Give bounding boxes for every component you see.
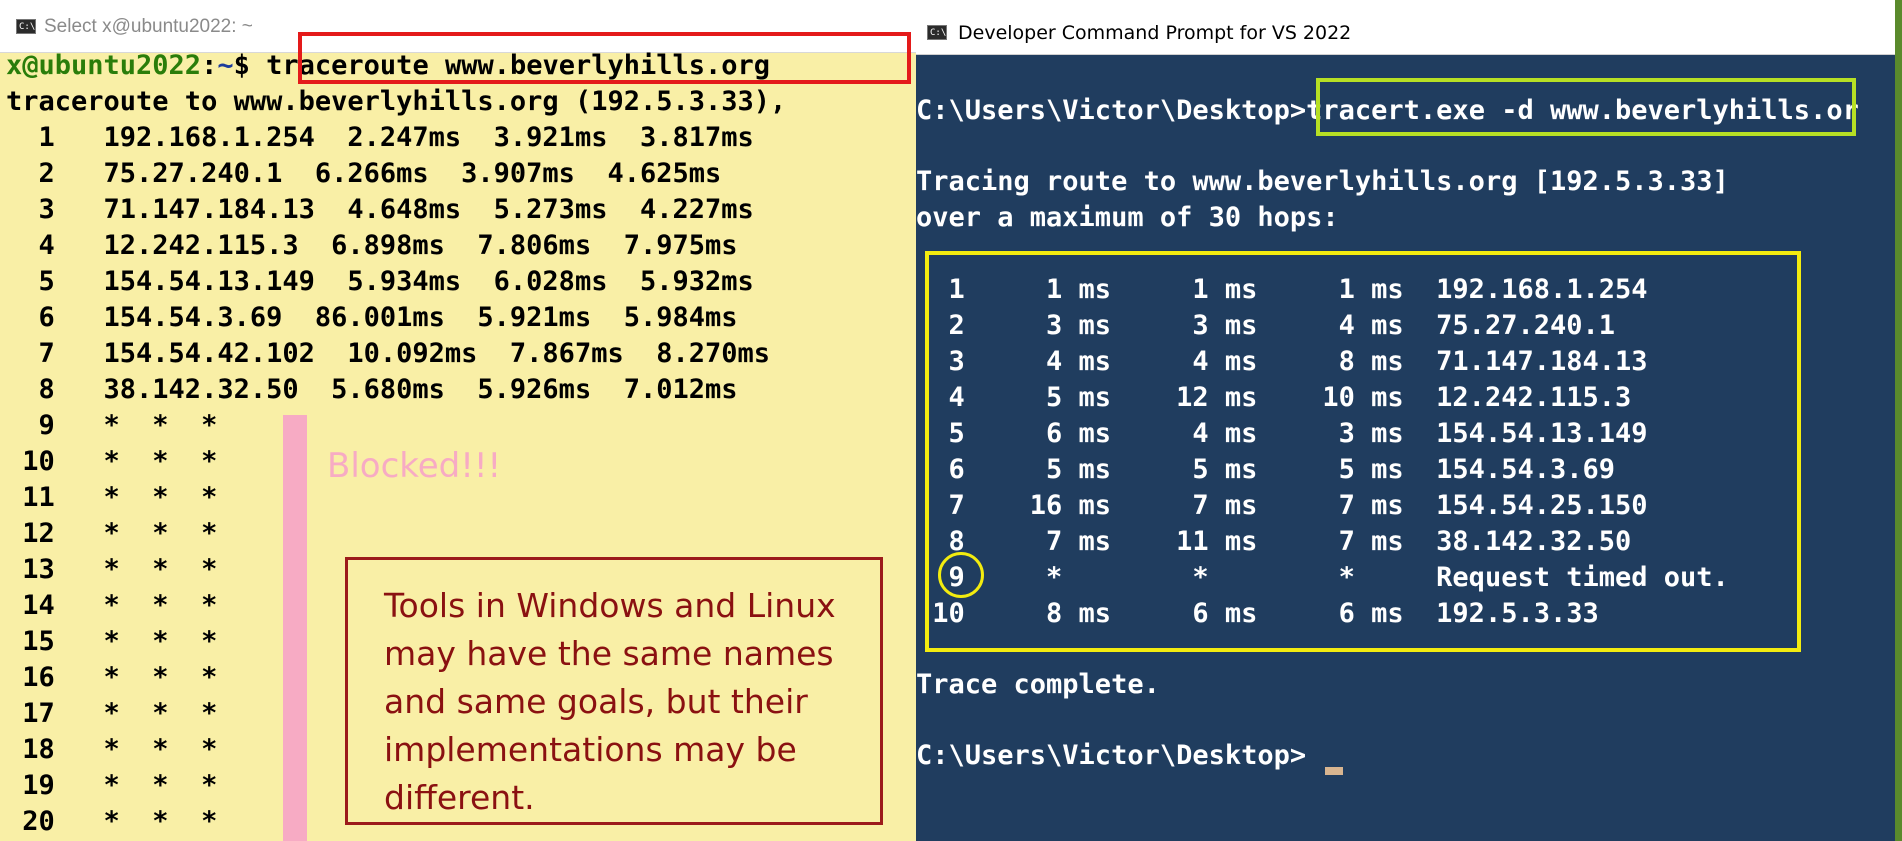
traceroute-hop-row: 4 12.242.115.3 6.898ms 7.806ms 7.975ms <box>6 230 738 261</box>
trace-complete-line: Trace complete. <box>916 669 1160 700</box>
tracing-route-line: Tracing route to www.beverlyhills.org [1… <box>916 166 1729 197</box>
prompt-path: ~ <box>217 50 234 81</box>
traceroute-hop-row: 5 154.54.13.149 5.934ms 6.028ms 5.932ms <box>6 266 754 297</box>
hop-9-circle-highlight <box>938 552 984 598</box>
blocked-label: Blocked!!! <box>327 446 502 486</box>
cmd-prompt: C:\Users\Victor\Desktop> <box>916 95 1307 126</box>
traceroute-hop-row: 20 * * * <box>6 806 218 837</box>
traceroute-hop-row: 19 * * * <box>6 770 218 801</box>
tracert-hop-row: 1 1 ms 1 ms 1 ms 192.168.1.254 <box>916 274 1648 305</box>
tracert-hop-row: 6 5 ms 5 ms 5 ms 154.54.3.69 <box>916 454 1615 485</box>
ubuntu-terminal-window[interactable]: C:\ Select x@ubuntu2022: ~ x@ubuntu2022:… <box>0 0 916 841</box>
traceroute-hop-row: 6 154.54.3.69 86.001ms 5.921ms 5.984ms <box>6 302 738 333</box>
traceroute-command-highlight <box>298 32 911 84</box>
traceroute-hop-row: 13 * * * <box>6 554 218 585</box>
traceroute-hop-row: 1 192.168.1.254 2.247ms 3.921ms 3.817ms <box>6 122 754 153</box>
traceroute-hop-row: 14 * * * <box>6 590 218 621</box>
note-text: Tools in Windows and Linux may have the … <box>384 586 836 817</box>
traceroute-header: traceroute to www.beverlyhills.org (192.… <box>6 86 787 117</box>
window-edge-scrollbar[interactable] <box>1895 0 1902 841</box>
traceroute-hop-row: 16 * * * <box>6 662 218 693</box>
tracert-hop-row: 4 5 ms 12 ms 10 ms 12.242.115.3 <box>916 382 1632 413</box>
tracert-hop-row: 8 7 ms 11 ms 7 ms 38.142.32.50 <box>916 526 1632 557</box>
cmd-app-icon: C:\ <box>927 25 947 40</box>
traceroute-hop-row: 17 * * * <box>6 698 218 729</box>
note-callout: Tools in Windows and Linux may have the … <box>345 557 883 825</box>
tracert-hop-row: 7 16 ms 7 ms 7 ms 154.54.25.150 <box>916 490 1648 521</box>
traceroute-hop-row: 2 75.27.240.1 6.266ms 3.907ms 4.625ms <box>6 158 722 189</box>
tracert-hop-row: 5 6 ms 4 ms 3 ms 154.54.13.149 <box>916 418 1648 449</box>
traceroute-hop-row: 11 * * * <box>6 482 218 513</box>
traceroute-hop-row: 12 * * * <box>6 518 218 549</box>
traceroute-hop-row: 10 * * * <box>6 446 218 477</box>
prompt-separator: : <box>201 50 218 81</box>
traceroute-hop-row: 9 * * * <box>6 410 218 441</box>
vs-command-prompt-window[interactable]: C:\ Developer Command Prompt for VS 2022… <box>916 0 1902 841</box>
terminal-app-icon: C:\ <box>16 19 36 34</box>
traceroute-hop-row: 3 71.147.184.13 4.648ms 5.273ms 4.227ms <box>6 194 754 225</box>
traceroute-hop-row: 18 * * * <box>6 734 218 765</box>
tracert-hop-row: 9 * * * Request timed out. <box>916 562 1729 593</box>
ubuntu-terminal-title: Select x@ubuntu2022: ~ <box>44 16 253 37</box>
blocked-indicator-bar <box>283 415 307 841</box>
prompt-symbol: $ <box>233 50 250 81</box>
tracert-hop-row: 10 8 ms 6 ms 6 ms 192.5.3.33 <box>916 598 1599 629</box>
traceroute-hop-row: 7 154.54.42.102 10.092ms 7.867ms 8.270ms <box>6 338 771 369</box>
max-hops-line: over a maximum of 30 hops: <box>916 202 1339 233</box>
tracert-command-highlight <box>1316 78 1856 136</box>
text-cursor <box>1325 767 1343 775</box>
cmd-final-prompt[interactable]: C:\Users\Victor\Desktop> <box>916 738 1306 774</box>
prompt-user: x@ubuntu2022 <box>6 50 202 81</box>
vs-command-prompt-title: Developer Command Prompt for VS 2022 <box>958 22 1352 44</box>
tracert-hop-row: 3 4 ms 4 ms 8 ms 71.147.184.13 <box>916 346 1648 377</box>
traceroute-hop-row: 8 38.142.32.50 5.680ms 5.926ms 7.012ms <box>6 374 738 405</box>
tracert-hop-row: 2 3 ms 3 ms 4 ms 75.27.240.1 <box>916 310 1615 341</box>
vs-command-prompt-titlebar[interactable]: C:\ Developer Command Prompt for VS 2022 <box>916 0 1902 55</box>
traceroute-hop-row: 15 * * * <box>6 626 218 657</box>
